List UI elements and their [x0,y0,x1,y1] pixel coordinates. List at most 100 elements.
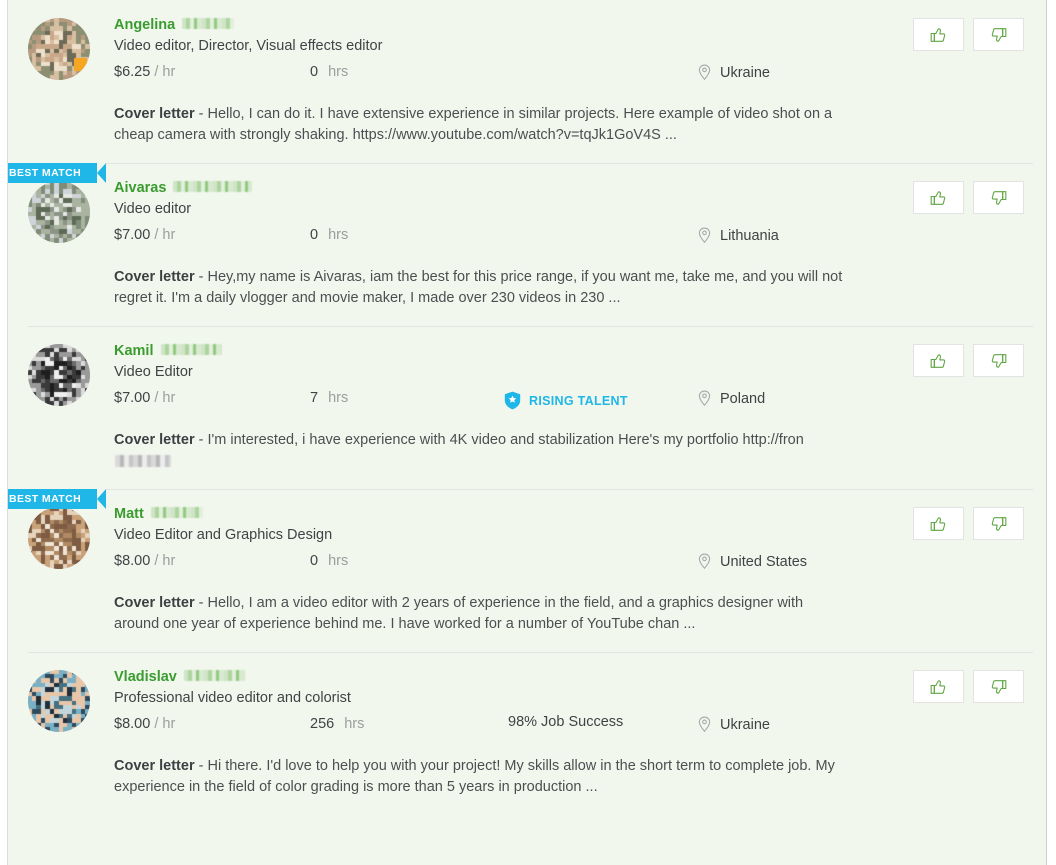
cover-letter: Cover letter - Hey,my name is Aivaras, i… [114,267,849,309]
hours-unit: hrs [328,553,349,569]
cover-letter-label: Cover letter [114,595,195,611]
cover-letter-sep: - [194,595,208,611]
rising-talent-badge: RISING TALENT [504,391,628,410]
redacted-surname [183,670,245,681]
freelancer-title: Professional video editor and colorist [114,690,351,706]
avatar[interactable] [28,181,90,243]
avatar[interactable] [28,670,90,732]
hours-unit: hrs [344,716,365,732]
avatar[interactable] [28,507,90,569]
proposal-row[interactable]: Angelina Video editor, Director, Visual … [8,0,1046,163]
avatar-column [28,505,92,635]
hourly-rate: $7.00 / hr [114,227,175,243]
rate-unit: / hr [154,553,176,569]
proposal-content: Vladislav Professional video editor and … [92,668,899,798]
proposal-row[interactable]: BEST MATCH Aivaras Video editor $7.00 / [8,163,1046,326]
location-pin-icon [698,390,711,407]
hourly-rate: $8.00 / hr [114,716,175,732]
cover-letter-label: Cover letter [114,758,195,774]
shield-star-icon [504,391,521,410]
proposal-row[interactable]: BEST MATCH Matt Video Editor and Graphic… [8,489,1046,652]
location-name: Ukraine [720,64,770,81]
freelancer-name[interactable]: Matt [114,505,144,523]
redacted-url [115,455,171,467]
redacted-surname [160,344,222,355]
cover-letter-sep: - [194,758,208,774]
hours-worked: 256 hrs [310,716,364,732]
thumbs-up-button[interactable] [913,181,964,214]
redacted-surname [173,181,253,192]
avatar[interactable] [28,344,90,406]
vote-buttons [913,505,1024,635]
location-name: United States [720,553,808,570]
cover-letter-text: Hello, I am a video editor with 2 years … [114,595,804,632]
thumbs-down-button[interactable] [973,507,1024,540]
location: Lithuania [698,227,779,244]
hours-number: 0 [310,227,319,243]
thumbs-up-button[interactable] [913,18,964,51]
cover-letter-sep: - [194,432,208,448]
avatar-image [28,507,90,569]
thumbs-up-button[interactable] [913,670,964,703]
vote-buttons [913,342,1024,472]
hours-number: 0 [310,64,319,80]
hours-unit: hrs [328,64,349,80]
avatar-image [28,670,90,732]
job-success: 98% Job Success [508,714,642,730]
hours-number: 256 [310,716,335,732]
thumbs-up-icon [930,27,946,42]
stats-row: $7.00 / hr 7 hrs RISING TALENT Poland [114,390,899,416]
stats-row: $8.00 / hr 0 hrs United States [114,553,899,579]
thumbs-down-button[interactable] [973,181,1024,214]
rate-unit: / hr [154,716,176,732]
rate-unit: / hr [154,227,176,243]
cover-letter-text: Hi there. I'd love to help you with your… [114,758,835,795]
job-success-label: 98% Job Success [508,714,624,730]
thumbs-down-button[interactable] [973,344,1024,377]
cover-letter: Cover letter - I'm interested, i have ex… [114,430,849,472]
proposal-content: Aivaras Video editor $7.00 / hr 0 hrs Li… [92,179,899,309]
proposal-content: Kamil Video Editor $7.00 / hr 7 hrs RISI… [92,342,899,472]
location-name: Lithuania [720,227,779,244]
thumbs-up-button[interactable] [913,344,964,377]
thumbs-up-icon [930,353,946,368]
freelancer-name[interactable]: Angelina [114,16,175,34]
proposal-row[interactable]: Vladislav Professional video editor and … [8,652,1046,815]
thumbs-down-icon [991,353,1007,368]
best-match-ribbon: BEST MATCH [8,489,106,509]
freelancer-name[interactable]: Aivaras [114,179,166,197]
thumbs-down-button[interactable] [973,18,1024,51]
thumbs-down-icon [991,516,1007,531]
proposal-row[interactable]: Kamil Video Editor $7.00 / hr 7 hrs RISI… [8,326,1046,489]
name-line: Angelina [114,16,899,34]
vote-buttons [913,16,1024,146]
cover-letter-sep: - [194,106,208,122]
location-name: Poland [720,390,766,407]
thumbs-up-icon [930,190,946,205]
thumbs-up-button[interactable] [913,507,964,540]
avatar-column [28,179,92,309]
rate-amount: $8.00 [114,553,151,569]
location: Ukraine [698,64,770,81]
best-match-ribbon: BEST MATCH [8,163,106,183]
name-line: Matt [114,505,899,523]
location: United States [698,553,807,570]
hours-number: 7 [310,390,319,406]
rate-amount: $6.25 [114,64,151,80]
name-line: Aivaras [114,179,899,197]
hourly-rate: $8.00 / hr [114,553,175,569]
rising-talent-label: RISING TALENT [529,393,628,408]
hours-unit: hrs [328,390,349,406]
cover-letter-text: I'm interested, i have experience with 4… [207,432,804,448]
hours-number: 0 [310,553,319,569]
cover-letter-text: Hey,my name is Aivaras, iam the best for… [114,269,843,306]
hours-unit: hrs [328,227,349,243]
avatar[interactable] [28,18,90,80]
thumbs-down-button[interactable] [973,670,1024,703]
avatar-column [28,668,92,798]
thumbs-up-icon [930,516,946,531]
freelancer-name[interactable]: Kamil [114,342,154,360]
online-badge-icon [74,58,87,71]
freelancer-name[interactable]: Vladislav [114,668,177,686]
freelancer-title: Video editor, Director, Visual effects e… [114,38,383,54]
